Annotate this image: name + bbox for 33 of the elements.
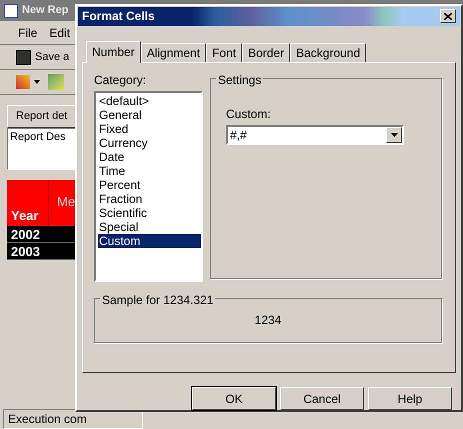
dropdown-arrow-icon (390, 132, 398, 137)
menu-item[interactable]: File (16, 24, 40, 42)
dialog-button[interactable]: Help (368, 387, 452, 410)
category-label: Category: (94, 72, 148, 89)
tab[interactable]: Font (206, 42, 242, 62)
list-item[interactable]: General (98, 108, 201, 122)
sample-value: 1234 (254, 312, 282, 330)
column-header: Year (10, 207, 40, 225)
menu-item[interactable]: Edit (47, 24, 72, 42)
custom-dropdown[interactable]: #,# (226, 124, 404, 145)
caret-icon[interactable] (34, 80, 40, 84)
dialog-button[interactable]: OK (192, 387, 276, 410)
dropdown-button[interactable] (386, 126, 402, 143)
window-title: New Rep (22, 3, 68, 18)
grid-app-icon (4, 4, 18, 18)
list-item[interactable]: Scientific (98, 206, 201, 220)
tab[interactable]: Number (86, 40, 141, 63)
tab[interactable]: Alignment (140, 42, 206, 62)
list-item[interactable]: <default> (98, 94, 201, 108)
tab[interactable]: Background (290, 42, 366, 62)
toolbar-button[interactable]: Save a (35, 48, 70, 66)
dropdown-value: #,# (229, 126, 247, 144)
dialog-button[interactable]: Cancel (280, 387, 364, 410)
dialog-title: Format Cells (82, 8, 155, 26)
list-item[interactable]: Custom (98, 234, 201, 248)
close-icon (444, 12, 452, 20)
column-header: Me (56, 192, 76, 210)
list-item[interactable]: Percent (98, 178, 201, 192)
list-item[interactable]: Fraction (98, 192, 201, 206)
close-button[interactable] (440, 9, 456, 24)
list-item[interactable]: Special (98, 220, 201, 234)
custom-label: Custom: (226, 106, 272, 123)
tab[interactable]: Border (242, 42, 290, 62)
